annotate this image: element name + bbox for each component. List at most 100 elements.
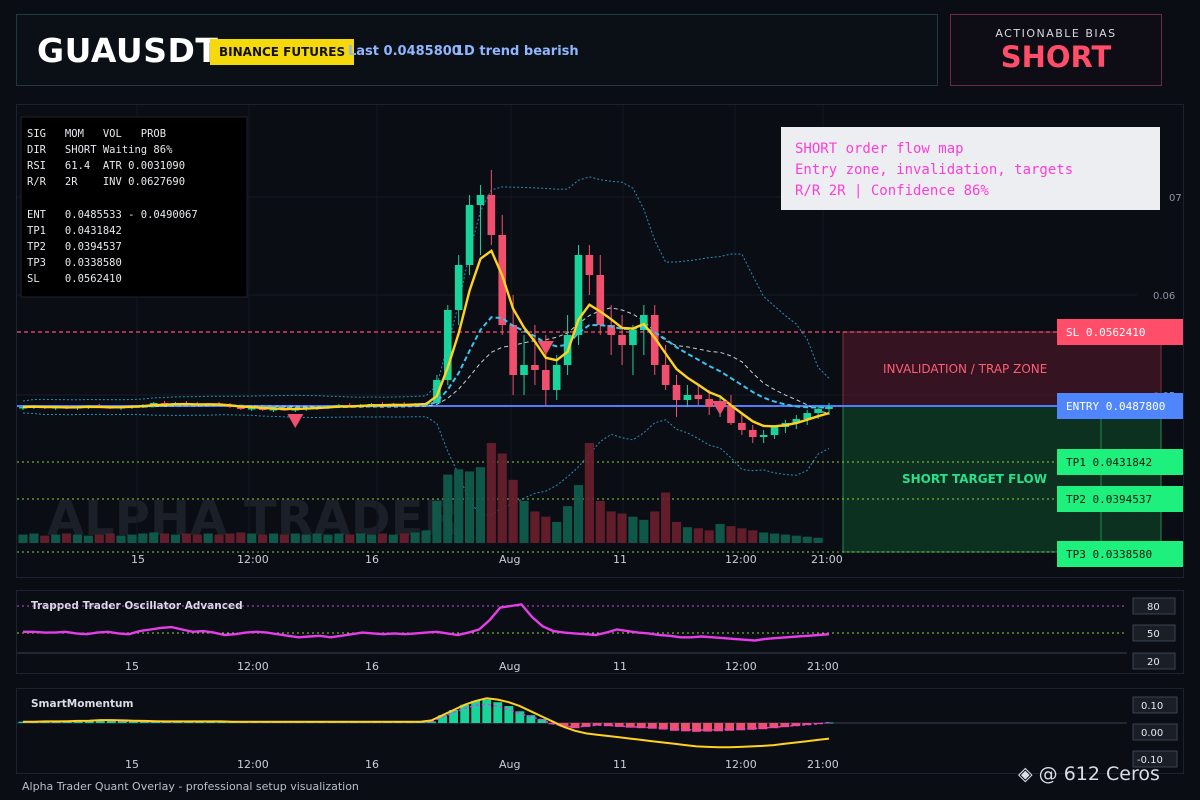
volume-bar [693, 528, 703, 543]
momentum-panel[interactable]: SmartMomentum 0.10 0.00 -0.10 15 12:00 1… [16, 688, 1184, 774]
x-tick-label: 11 [613, 758, 627, 771]
volume-bar [83, 535, 93, 543]
x-tick-label: 21:00 [807, 660, 839, 673]
volume-bar [312, 533, 322, 543]
volume-bar [279, 534, 289, 543]
volume-bar [628, 516, 638, 543]
candle-body [509, 325, 517, 375]
candle-body [694, 395, 703, 399]
volume-bar [606, 511, 616, 543]
target-zone-label: SHORT TARGET FLOW [902, 472, 1047, 486]
volume-bar [715, 524, 725, 543]
x-tick-label: 11 [613, 553, 627, 566]
note-line: Entry zone, invalidation, targets [795, 162, 1073, 178]
info-line: R/R 2R INV 0.0627690 [27, 176, 185, 188]
volume-bar [791, 535, 801, 543]
volume-bar [769, 533, 780, 543]
volume-bar [410, 532, 420, 543]
volume-bar [454, 469, 464, 543]
volume-bar [682, 527, 692, 543]
y-tick-label: 0.06 [1153, 291, 1175, 302]
bias-value: SHORT [1000, 40, 1112, 74]
y-tick-label: 07 [1169, 193, 1182, 204]
volume-bar [563, 506, 573, 543]
candle-body [618, 335, 626, 345]
volume-bar [432, 500, 442, 543]
tp3-tag-label: TP3 0.0338580 [1066, 548, 1152, 561]
momentum-chart[interactable]: SmartMomentum 0.10 0.00 -0.10 15 12:00 1… [17, 689, 1183, 773]
x-tick-label: 16 [365, 553, 379, 566]
x-tick-label: 12:00 [725, 660, 757, 673]
volume-bar [486, 443, 496, 543]
candle-body [672, 385, 681, 400]
volume-bar [345, 534, 355, 543]
volume-bar [127, 534, 137, 543]
invalidation-zone-label: INVALIDATION / TRAP ZONE [883, 362, 1047, 376]
symbol-title: GUAUSDT [37, 31, 219, 70]
x-tick-label: 12:00 [237, 660, 269, 673]
volume-bar [105, 533, 115, 543]
candle-body [585, 255, 594, 275]
header-bar: GUAUSDT BINANCE FUTURES Last 0.0485800 1… [16, 14, 938, 86]
x-tick-label: Aug [499, 660, 520, 673]
note-line: R/R 2R | Confidence 86% [795, 183, 989, 199]
volume-bar [236, 532, 246, 543]
volume-bar [813, 537, 823, 543]
oscillator-chart[interactable]: Trapped Trader Oscillator Advanced 80 50… [17, 591, 1183, 673]
note-line: SHORT order flow map [795, 141, 964, 157]
volume-bar [181, 533, 191, 543]
candle-body [541, 370, 550, 390]
volume-bar [759, 532, 769, 543]
momentum-title: SmartMomentum [31, 698, 133, 710]
info-line: TP3 0.0338580 [27, 257, 122, 269]
tp1-tag: TP1 0.0431842 [1057, 449, 1183, 475]
tp3-tag: TP3 0.0338580 [1057, 541, 1183, 567]
candle-body [465, 205, 474, 265]
volume-bar [334, 533, 344, 543]
x-tick-label: 12:00 [237, 758, 269, 771]
volume-bar [40, 535, 50, 543]
volume-bar [780, 534, 791, 543]
candle-body [814, 409, 822, 413]
tp2-tag-label: TP2 0.0394537 [1066, 493, 1152, 506]
volume-bar [584, 443, 594, 543]
volume-bar [464, 471, 475, 543]
x-tick-label: 12:00 [725, 758, 757, 771]
candle-body [748, 430, 757, 437]
volume-bar [29, 533, 39, 543]
momentum-bar [460, 704, 470, 723]
volume-bar [552, 521, 562, 543]
volume-bar [149, 532, 159, 543]
volume-bar [399, 533, 409, 543]
bias-label: ACTIONABLE BIAS [995, 27, 1117, 40]
note-box: SHORT order flow map Entry zone, invalid… [781, 127, 1160, 210]
slow-ma-line [22, 316, 830, 409]
volume-bar [290, 533, 300, 543]
volume-bar [541, 516, 551, 543]
last-price: Last 0.0485800 [348, 44, 461, 59]
price-chart[interactable]: ALPHA TRADER 0.06 0.05 07 INVALIDATION /… [17, 105, 1183, 577]
sl-tag-label: SL 0.0562410 [1066, 326, 1145, 339]
x-tick-label: 21:00 [807, 758, 839, 771]
volume-bar [661, 492, 671, 543]
candle-body [454, 265, 463, 310]
volume-bar [116, 535, 126, 543]
x-axis: 15 12:00 16 Aug 11 12:00 21:00 [131, 553, 843, 566]
volume-bar [61, 533, 72, 543]
volume-bar [225, 533, 235, 543]
main-chart-panel[interactable]: ALPHA TRADER 0.06 0.05 07 INVALIDATION /… [16, 104, 1184, 578]
info-line: SIG MOM VOL PROB [27, 128, 166, 140]
x-tick-label: Aug [499, 758, 520, 771]
oscillator-panel[interactable]: Trapped Trader Oscillator Advanced 80 50… [16, 590, 1184, 674]
x-tick-label: 21:00 [811, 553, 843, 566]
x-tick-label: 11 [613, 660, 627, 673]
candle-body [476, 195, 485, 205]
tp2-tag: TP2 0.0394537 [1057, 486, 1183, 512]
volume-bar [356, 533, 366, 543]
volume-bar [650, 511, 660, 543]
volume-bar [160, 533, 170, 543]
middle-band [22, 307, 830, 414]
mom-x-axis: 15 12:00 16 Aug 11 12:00 21:00 [125, 758, 839, 771]
x-tick-label: 12:00 [237, 553, 269, 566]
candle-body [705, 399, 714, 407]
